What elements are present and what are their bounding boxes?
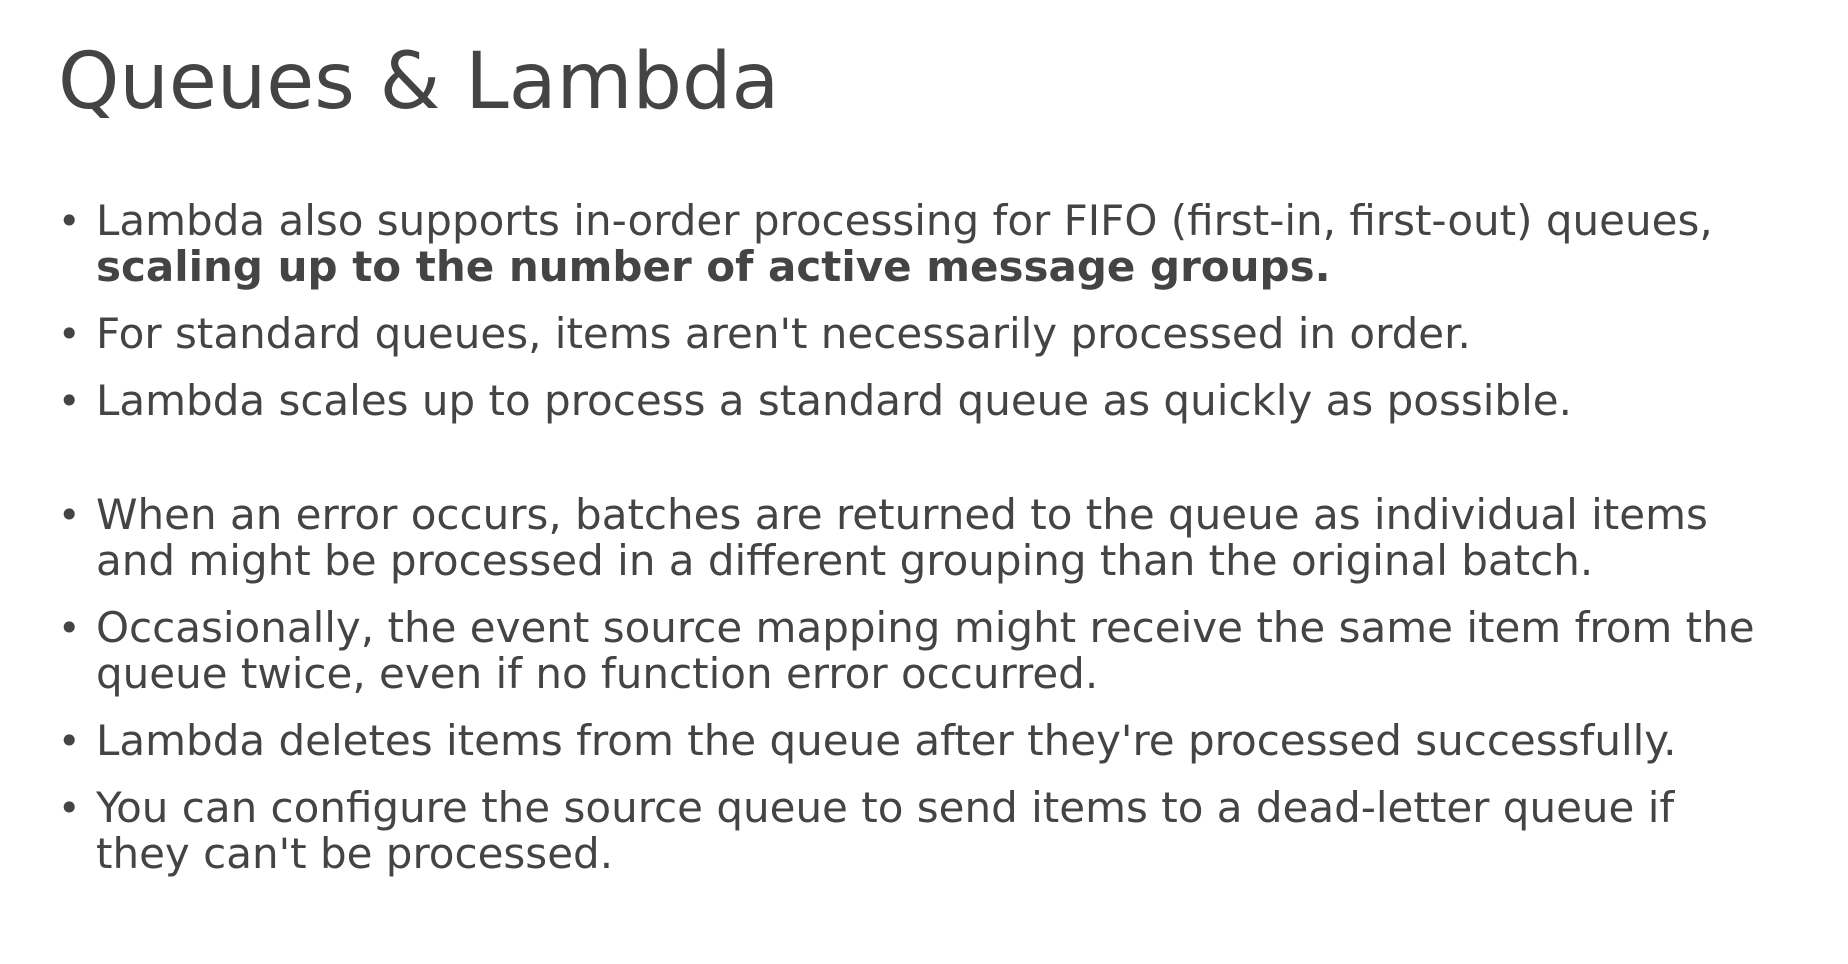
bullet-text-bold: scaling up to the number of active messa…: [96, 242, 1331, 291]
bullet-item: You can configure the source queue to se…: [58, 785, 1798, 877]
bullet-text: they can't be processed.: [96, 829, 614, 878]
slide-title: Queues & Lambda: [58, 37, 780, 127]
bullet-item: Occasionally, the event source mapping m…: [58, 605, 1798, 697]
bullet-text: When an error occurs, batches are return…: [96, 490, 1708, 539]
bullet-text: You can configure the source queue to se…: [96, 783, 1675, 832]
bullet-text: and might be processed in a different gr…: [96, 536, 1594, 585]
slide: Queues & Lambda Lambda also supports in-…: [0, 0, 1848, 964]
bullet-text: Lambda deletes items from the queue afte…: [96, 716, 1677, 765]
bullet-item: Lambda scales up to process a standard q…: [58, 376, 1798, 425]
bullet-text: Lambda scales up to process a standard q…: [96, 376, 1572, 425]
bullet-item: Lambda also supports in-order processing…: [58, 198, 1798, 290]
bullet-item: Lambda deletes items from the queue afte…: [58, 716, 1798, 765]
bullet-item: When an error occurs, batches are return…: [58, 492, 1798, 584]
bullet-list: Lambda also supports in-order processing…: [58, 198, 1798, 898]
bullet-item: For standard queues, items aren't necess…: [58, 309, 1798, 358]
bullet-text: Lambda also supports in-order processing…: [96, 196, 1713, 245]
bullet-text: queue twice, even if no function error o…: [96, 649, 1099, 698]
bullet-text: For standard queues, items aren't necess…: [96, 309, 1471, 358]
bullet-text: Occasionally, the event source mapping m…: [96, 603, 1755, 652]
